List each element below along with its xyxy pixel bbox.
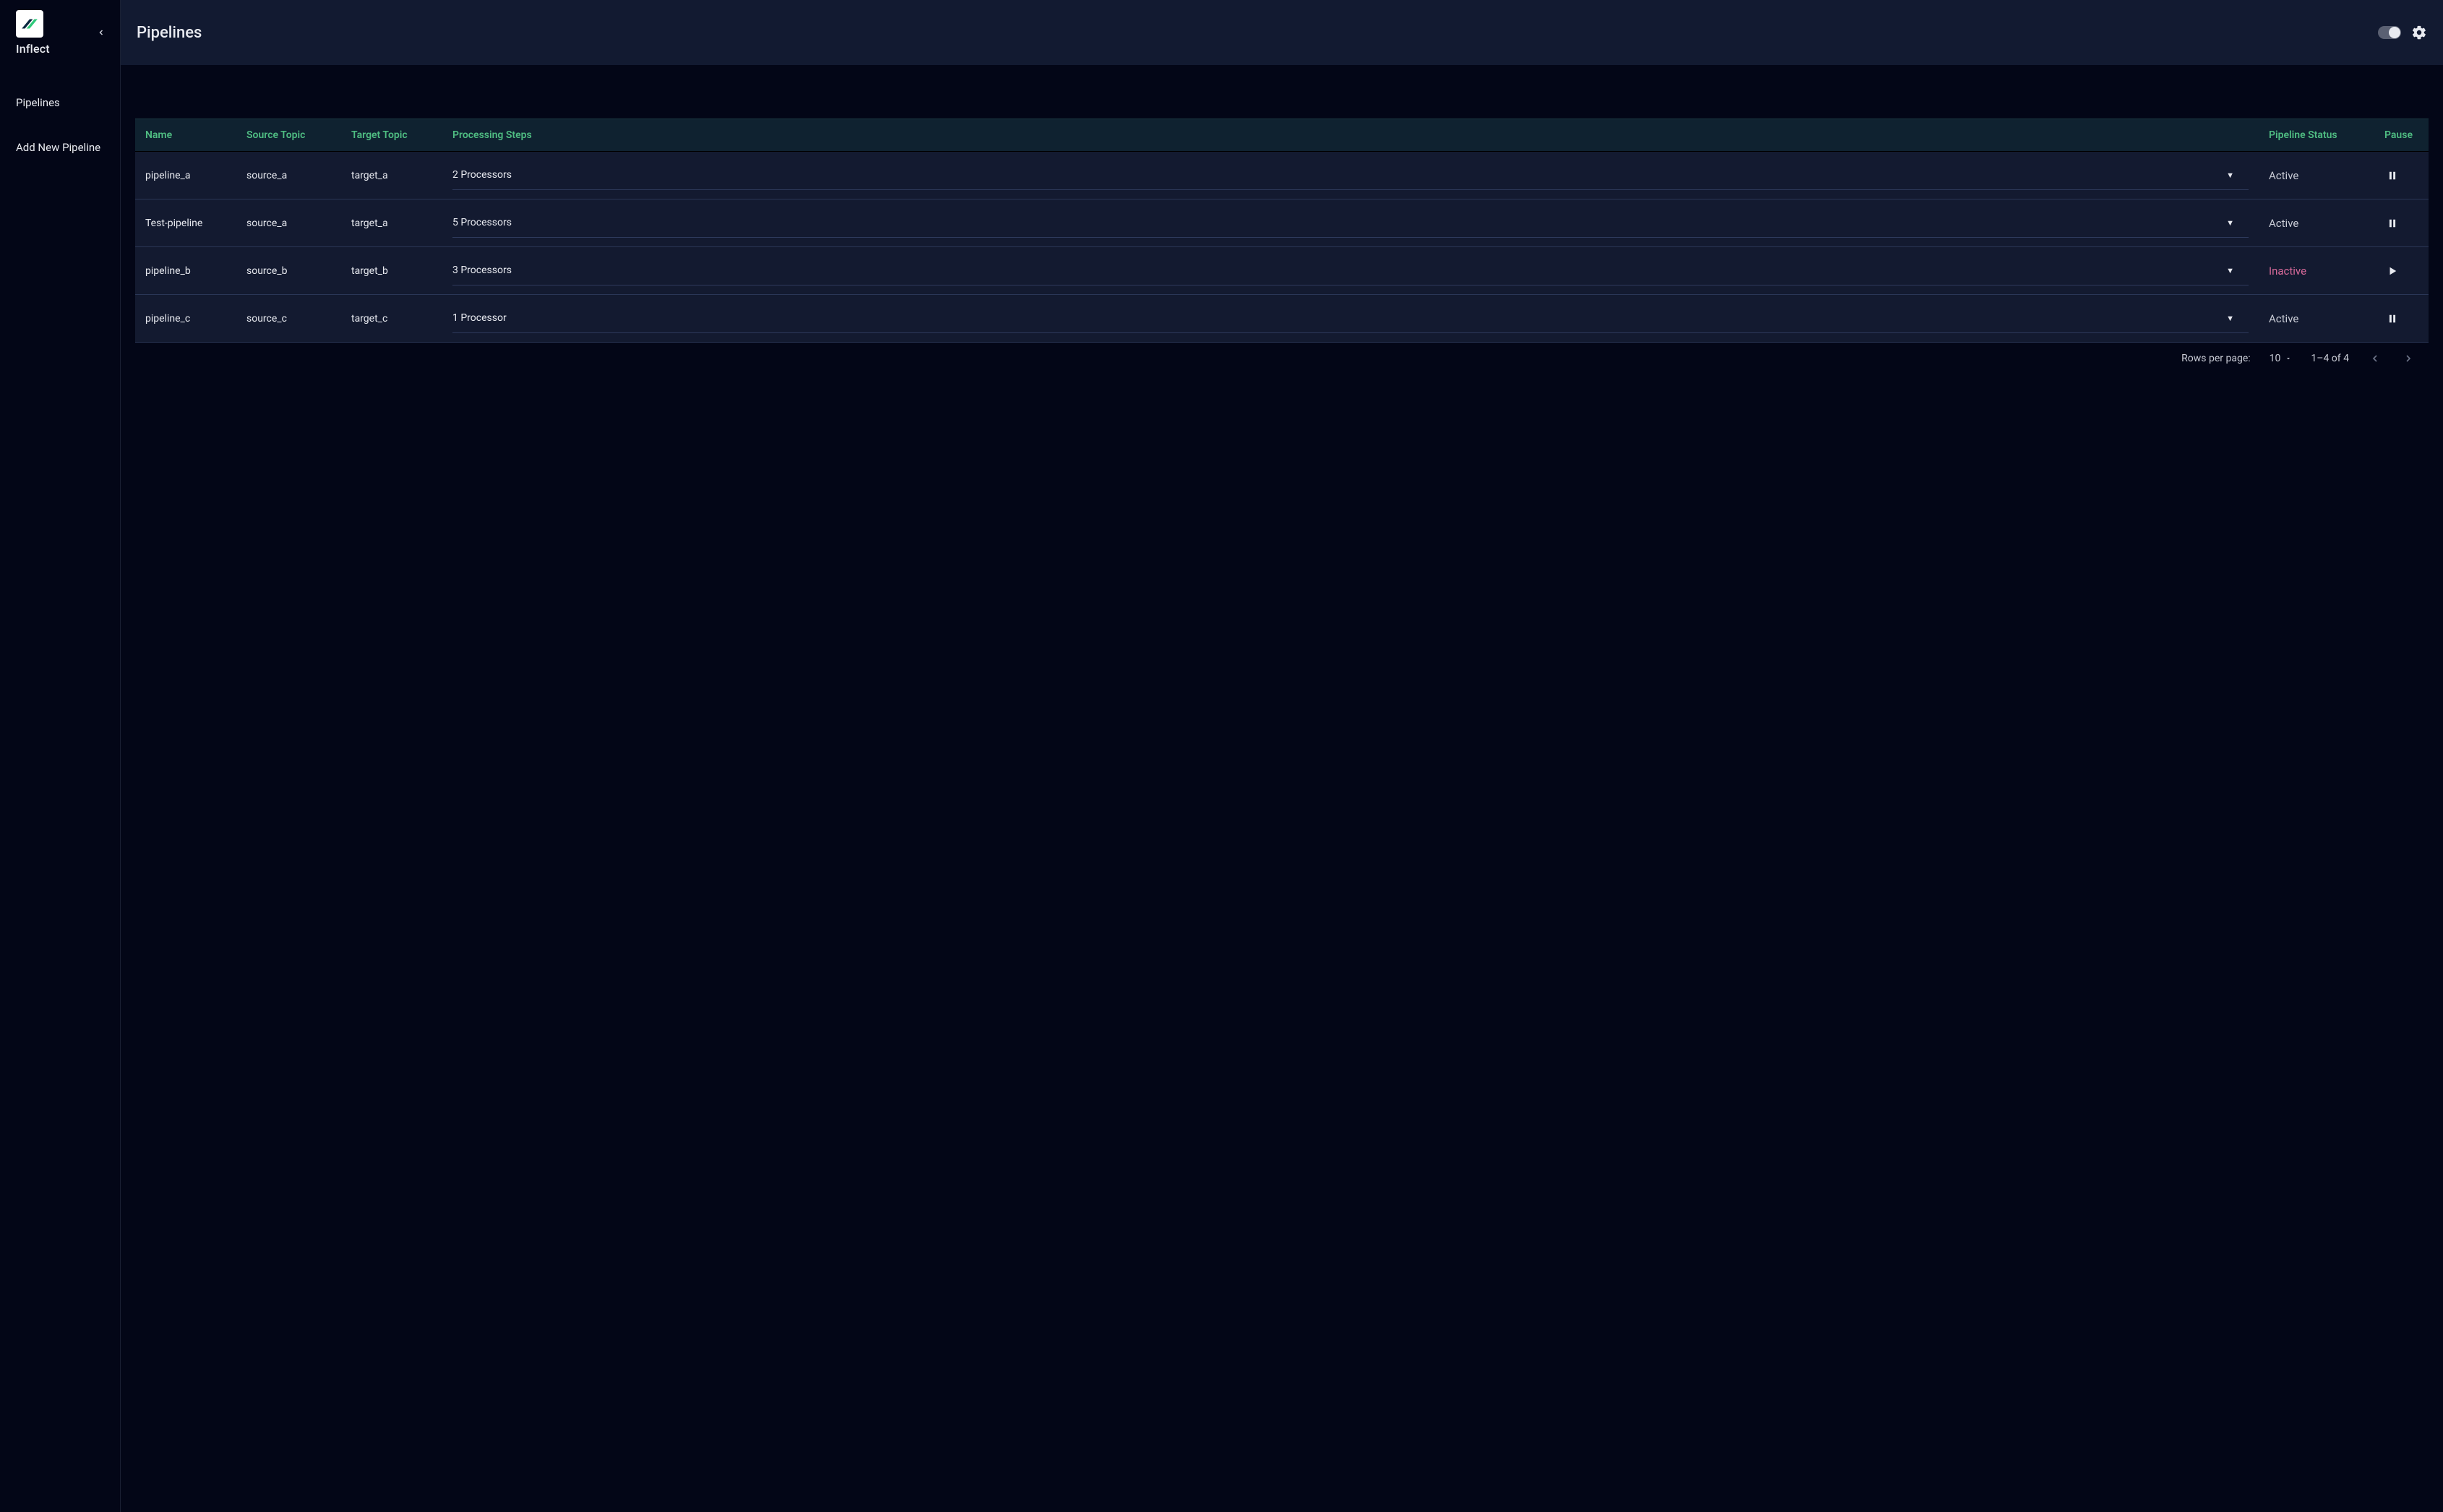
sidebar-item-label: Add New Pipeline bbox=[16, 141, 100, 154]
column-header-pause[interactable]: Pause bbox=[2374, 119, 2429, 152]
chevron-right-icon bbox=[2403, 353, 2414, 364]
brand: Inflect bbox=[16, 10, 50, 56]
page-title: Pipelines bbox=[137, 24, 202, 42]
content: Name Source Topic Target Topic Processin… bbox=[121, 65, 2443, 1512]
rows-per-page-select[interactable]: 10 bbox=[2270, 353, 2293, 364]
cell-pause bbox=[2374, 199, 2429, 247]
cell-target: target_a bbox=[341, 152, 442, 199]
settings-button[interactable] bbox=[2411, 25, 2427, 40]
expand-steps-button[interactable]: ▼ bbox=[2226, 266, 2249, 275]
sidebar-item-add-new-pipeline[interactable]: Add New Pipeline bbox=[0, 130, 120, 165]
inflect-logo-icon bbox=[20, 14, 39, 33]
chevron-left-icon bbox=[2369, 353, 2381, 364]
steps-label: 2 Processors bbox=[452, 169, 512, 181]
cell-steps: 2 Processors ▼ bbox=[442, 152, 2259, 199]
cell-name: pipeline_b bbox=[135, 247, 236, 295]
column-header-steps[interactable]: Processing Steps bbox=[442, 119, 2259, 152]
sidebar-nav: Pipelines Add New Pipeline bbox=[0, 65, 120, 165]
column-header-source[interactable]: Source Topic bbox=[236, 119, 341, 152]
brand-logo bbox=[16, 10, 43, 38]
sidebar: Inflect Pipelines Add New Pipeline bbox=[0, 0, 121, 1512]
pagination-next[interactable] bbox=[2401, 351, 2416, 366]
status-text: Active bbox=[2269, 217, 2298, 230]
pause-button[interactable] bbox=[2384, 168, 2400, 184]
status-text: Active bbox=[2269, 169, 2298, 182]
gear-icon bbox=[2411, 25, 2427, 40]
table-row: pipeline_bsource_btarget_b 3 Processors ▼ I… bbox=[135, 247, 2429, 295]
sidebar-item-label: Pipelines bbox=[16, 96, 60, 109]
pagination-range: 1–4 of 4 bbox=[2311, 353, 2349, 364]
cell-steps: 3 Processors ▼ bbox=[442, 247, 2259, 295]
table-row: Test-pipelinesource_atarget_a5 Processor… bbox=[135, 199, 2429, 247]
cell-status: Inactive bbox=[2259, 247, 2374, 295]
expand-steps-button[interactable]: ▼ bbox=[2226, 171, 2249, 180]
cell-status: Active bbox=[2259, 152, 2374, 199]
play-button[interactable] bbox=[2384, 263, 2400, 279]
expand-steps-button[interactable]: ▼ bbox=[2226, 314, 2249, 323]
caret-down-icon bbox=[2285, 355, 2292, 362]
pause-icon bbox=[2387, 171, 2397, 181]
sidebar-collapse-button[interactable] bbox=[93, 24, 110, 41]
pagination: Rows per page: 10 1–4 of 4 bbox=[135, 343, 2429, 366]
topbar-actions bbox=[2378, 25, 2427, 40]
cell-source: source_a bbox=[236, 152, 341, 199]
cell-name: Test-pipeline bbox=[135, 199, 236, 247]
table-row: pipeline_csource_ctarget_c 1 Processor ▼ Ac… bbox=[135, 295, 2429, 343]
pipelines-table: Name Source Topic Target Topic Processin… bbox=[135, 119, 2429, 343]
cell-target: target_b bbox=[341, 247, 442, 295]
table-header: Name Source Topic Target Topic Processin… bbox=[135, 119, 2429, 152]
cell-name: pipeline_a bbox=[135, 152, 236, 199]
cell-steps: 1 Processor ▼ bbox=[442, 295, 2259, 343]
pause-button[interactable] bbox=[2384, 311, 2400, 327]
status-text: Inactive bbox=[2269, 265, 2306, 278]
expand-steps-button[interactable]: ▼ bbox=[2226, 218, 2249, 228]
brand-name: Inflect bbox=[16, 42, 50, 56]
rows-per-page-label: Rows per page: bbox=[2181, 353, 2250, 364]
table-row: pipeline_asource_atarget_a 2 Processors ▼ A… bbox=[135, 152, 2429, 199]
steps-label: 1 Processor bbox=[452, 312, 507, 324]
column-header-status[interactable]: Pipeline Status bbox=[2259, 119, 2374, 152]
table-body: pipeline_asource_atarget_a 2 Processors ▼ A… bbox=[135, 152, 2429, 343]
cell-target: target_a bbox=[341, 199, 442, 247]
topbar: Pipelines bbox=[121, 0, 2443, 65]
pause-icon bbox=[2387, 314, 2397, 324]
cell-target: target_c bbox=[341, 295, 442, 343]
sidebar-header: Inflect bbox=[0, 0, 120, 65]
steps-label: 3 Processors bbox=[452, 265, 512, 276]
column-header-target[interactable]: Target Topic bbox=[341, 119, 442, 152]
chevron-left-icon bbox=[97, 28, 106, 37]
cell-source: source_c bbox=[236, 295, 341, 343]
rows-per-page-value: 10 bbox=[2270, 353, 2281, 364]
cell-pause bbox=[2374, 247, 2429, 295]
cell-source: source_b bbox=[236, 247, 341, 295]
toggle-knob bbox=[2389, 27, 2400, 38]
pause-icon bbox=[2387, 218, 2397, 228]
cell-steps: 5 Processors ▼ bbox=[442, 199, 2259, 247]
cell-pause bbox=[2374, 152, 2429, 199]
sidebar-item-pipelines[interactable]: Pipelines bbox=[0, 85, 120, 120]
main: Pipelines bbox=[121, 0, 2443, 1512]
cell-source: source_a bbox=[236, 199, 341, 247]
cell-pause bbox=[2374, 295, 2429, 343]
column-header-name[interactable]: Name bbox=[135, 119, 236, 152]
cell-name: pipeline_c bbox=[135, 295, 236, 343]
theme-toggle[interactable] bbox=[2378, 26, 2401, 39]
pause-button[interactable] bbox=[2384, 215, 2400, 231]
steps-label: 5 Processors bbox=[452, 217, 512, 228]
status-text: Active bbox=[2269, 312, 2298, 325]
cell-status: Active bbox=[2259, 295, 2374, 343]
pagination-prev[interactable] bbox=[2368, 351, 2382, 366]
play-icon bbox=[2387, 266, 2397, 276]
cell-status: Active bbox=[2259, 199, 2374, 247]
